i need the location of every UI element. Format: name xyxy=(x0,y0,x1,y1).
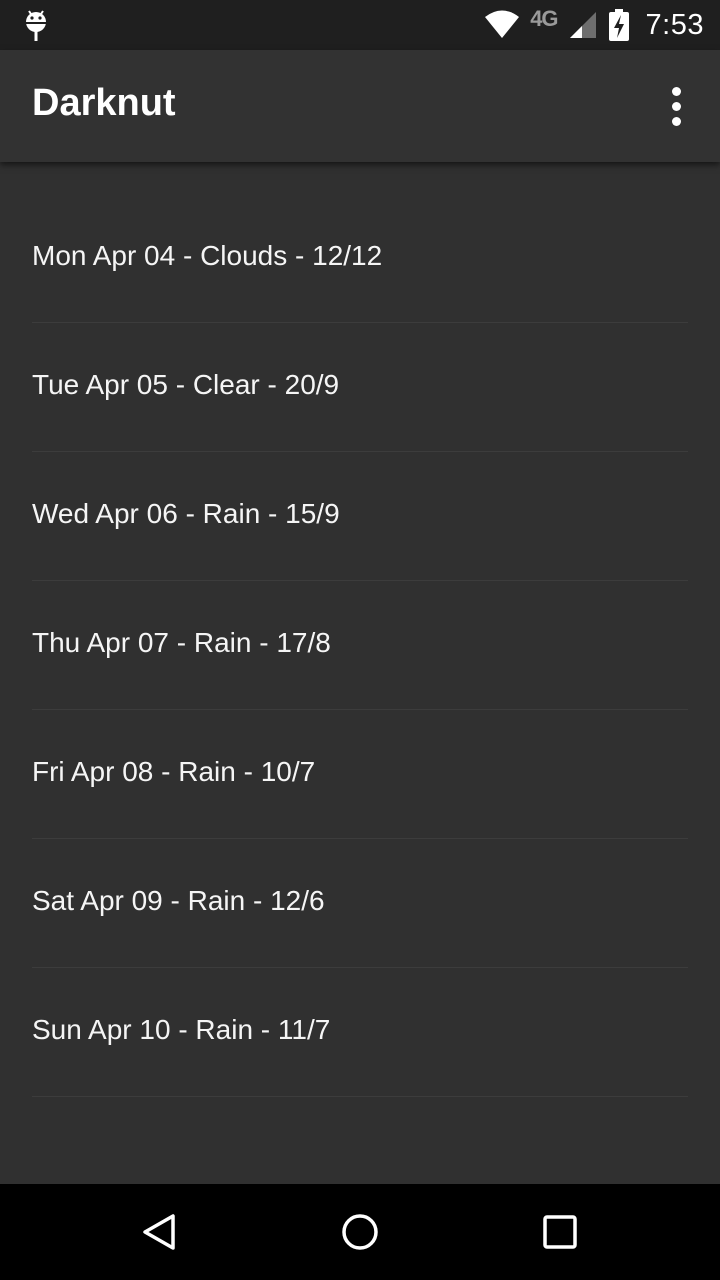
forecast-list: Mon Apr 04 - Clouds - 12/12 Tue Apr 05 -… xyxy=(0,194,720,1097)
status-time: 7:53 xyxy=(645,8,704,41)
overflow-dot xyxy=(671,86,681,96)
forecast-item[interactable]: Wed Apr 06 - Rain - 15/9 xyxy=(32,452,688,581)
home-icon xyxy=(342,1214,378,1250)
screen: 4G 7:53 Darknut Mon Apr 04 - Clouds - 12… xyxy=(0,0,720,1280)
cell-signal-icon xyxy=(569,12,596,38)
home-button[interactable] xyxy=(336,1208,384,1256)
forecast-label: Fri Apr 08 - Rain - 10/7 xyxy=(32,756,316,787)
forecast-item[interactable]: Sat Apr 09 - Rain - 12/6 xyxy=(32,839,688,968)
forecast-label: Mon Apr 04 - Clouds - 12/12 xyxy=(32,240,383,271)
recents-icon xyxy=(543,1215,577,1249)
forecast-item[interactable]: Sun Apr 10 - Rain - 11/7 xyxy=(32,968,688,1097)
back-icon xyxy=(143,1214,175,1250)
forecast-label: Sat Apr 09 - Rain - 12/6 xyxy=(32,885,325,916)
android-debug-icon xyxy=(26,10,46,41)
back-button[interactable] xyxy=(136,1208,184,1256)
forecast-label: Sun Apr 10 - Rain - 11/7 xyxy=(32,1014,331,1045)
navigation-bar xyxy=(0,1184,720,1280)
lte-icon: 4G xyxy=(530,6,558,31)
forecast-label: Wed Apr 06 - Rain - 15/9 xyxy=(32,498,340,529)
forecast-item[interactable]: Thu Apr 07 - Rain - 17/8 xyxy=(32,581,688,710)
forecast-item[interactable]: Fri Apr 08 - Rain - 10/7 xyxy=(32,710,688,839)
recents-button[interactable] xyxy=(536,1208,584,1256)
overflow-dot xyxy=(671,101,681,111)
wifi-icon xyxy=(485,10,520,38)
forecast-item[interactable]: Mon Apr 04 - Clouds - 12/12 xyxy=(32,194,688,323)
app-bar: Darknut xyxy=(0,50,720,162)
overflow-menu-icon[interactable] xyxy=(652,78,700,134)
status-icons: 4G 7:53 xyxy=(484,0,704,50)
battery-charging-icon xyxy=(608,9,629,41)
overflow-dot xyxy=(671,116,681,126)
app-title: Darknut xyxy=(32,82,176,124)
forecast-item[interactable]: Tue Apr 05 - Clear - 20/9 xyxy=(32,323,688,452)
forecast-label: Thu Apr 07 - Rain - 17/8 xyxy=(32,627,331,658)
status-bar: 4G 7:53 xyxy=(0,0,720,50)
forecast-label: Tue Apr 05 - Clear - 20/9 xyxy=(32,369,340,400)
